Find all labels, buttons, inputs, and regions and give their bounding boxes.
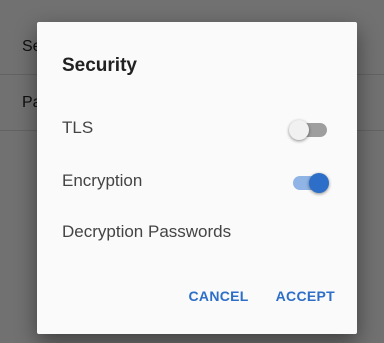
decryption-passwords-row[interactable]: Decryption Passwords: [37, 210, 357, 254]
tls-row[interactable]: TLS: [37, 106, 357, 150]
security-dialog: Security TLS Encryption Decryption Passw…: [37, 22, 357, 334]
encryption-toggle-thumb: [309, 173, 329, 193]
encryption-row[interactable]: Encryption: [37, 159, 357, 203]
tls-toggle[interactable]: [289, 120, 329, 140]
encryption-label: Encryption: [62, 171, 143, 190]
tls-label: TLS: [62, 118, 94, 137]
encryption-toggle[interactable]: [289, 173, 329, 193]
tls-toggle-thumb: [289, 120, 309, 140]
accept-button[interactable]: ACCEPT: [276, 288, 335, 304]
decryption-passwords-label: Decryption Passwords: [62, 222, 232, 241]
cancel-button[interactable]: CANCEL: [189, 288, 249, 304]
dialog-actions: CANCEL ACCEPT: [189, 288, 336, 306]
dialog-title: Security: [62, 55, 137, 76]
